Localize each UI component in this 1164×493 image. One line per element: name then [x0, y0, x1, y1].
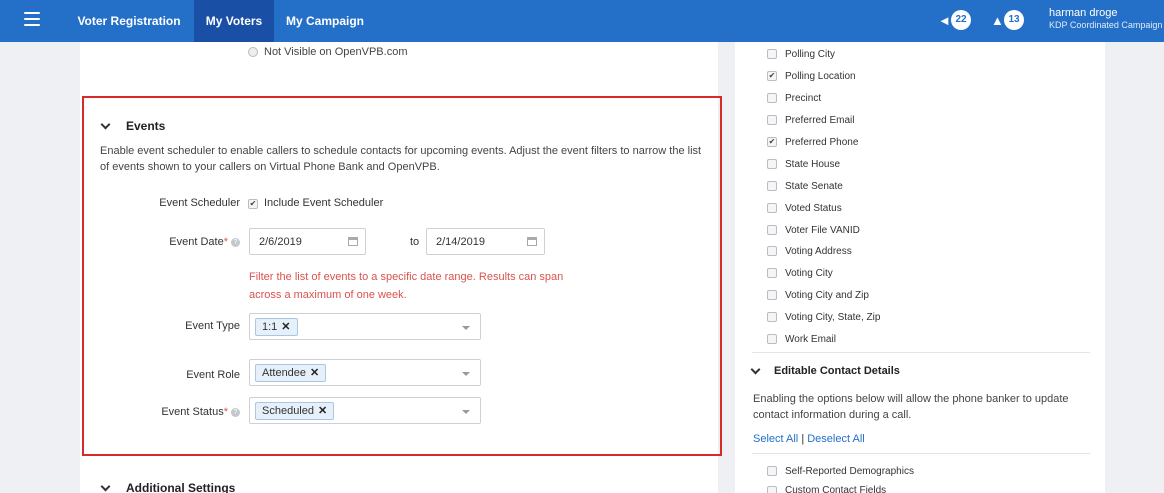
event-date-help-text: Filter the list of events to a specific …	[249, 271, 564, 301]
event-type-label: Event Type	[185, 320, 240, 332]
field-checkbox-voter-file-vanid[interactable]	[767, 225, 777, 235]
field-checkbox-voting-city[interactable]	[767, 268, 777, 278]
event-type-select[interactable]: 1:1 ✕	[249, 313, 481, 340]
visibility-radio-label: Not Visible on OpenVPB.com	[264, 46, 408, 58]
event-start-date-input[interactable]: 2/6/2019	[249, 228, 366, 255]
additional-settings-title: Additional Settings	[126, 481, 236, 493]
event-role-tag: Attendee ✕	[255, 364, 327, 382]
section-divider	[752, 352, 1090, 353]
event-status-help-icon[interactable]: ?	[231, 408, 240, 417]
field-label: Voted Status	[785, 203, 842, 214]
event-date-label: Event Date*?	[120, 236, 240, 248]
chevron-down-icon[interactable]	[462, 410, 470, 414]
event-role-label: Event Role	[186, 369, 240, 381]
chevron-down-icon[interactable]	[462, 372, 470, 376]
event-type-tag: 1:1 ✕	[255, 318, 298, 336]
field-checkbox-precinct[interactable]	[767, 93, 777, 103]
event-status-label: Event Status*?	[120, 406, 240, 418]
select-deselect-links: Select All | Deselect All	[753, 433, 865, 445]
megaphone-icon[interactable]: ◄	[938, 14, 951, 28]
editable-item-label: Custom Contact Fields	[785, 485, 887, 493]
visibility-radio[interactable]	[248, 47, 258, 57]
field-checkbox-state-senate[interactable]	[767, 181, 777, 191]
hamburger-menu-icon[interactable]	[24, 12, 40, 26]
field-label: Voting City	[785, 268, 833, 279]
event-status-select[interactable]: Scheduled ✕	[249, 397, 481, 424]
alerts-count-badge[interactable]: 13	[1004, 10, 1024, 30]
events-description: Enable event scheduler to enable callers…	[100, 145, 702, 173]
field-label: Preferred Phone	[785, 137, 859, 148]
field-label: Polling City	[785, 49, 836, 60]
calendar-icon[interactable]	[527, 237, 537, 246]
field-label: State House	[785, 159, 841, 170]
field-label: Voting City, State, Zip	[785, 312, 881, 323]
field-checkbox-preferred-email[interactable]	[767, 115, 777, 125]
editable-item-label: Self-Reported Demographics	[785, 466, 914, 477]
remove-tag-icon[interactable]: ✕	[281, 321, 290, 333]
field-label: Work Email	[785, 334, 836, 345]
field-checkbox-voting-city-state-zip[interactable]	[767, 312, 777, 322]
field-checkbox-work-email[interactable]	[767, 334, 777, 344]
field-checkbox-polling-location[interactable]: ✔	[767, 71, 777, 81]
field-label: Voting City and Zip	[785, 290, 869, 301]
top-nav-bar: Voter Registration My Voters My Campaign…	[0, 0, 1164, 42]
chevron-down-icon[interactable]	[462, 326, 470, 330]
field-label: State Senate	[785, 181, 843, 192]
field-label: Polling Location	[785, 71, 856, 82]
include-event-scheduler-checkbox[interactable]: ✔	[248, 199, 258, 209]
field-label: Preferred Email	[785, 115, 855, 126]
event-end-date-input[interactable]: 2/14/2019	[426, 228, 545, 255]
event-status-tag: Scheduled ✕	[255, 402, 335, 420]
tab-my-voters[interactable]: My Voters	[194, 0, 274, 42]
user-name[interactable]: harman droge	[1049, 7, 1118, 19]
tab-voter-registration[interactable]: Voter Registration	[66, 0, 192, 42]
event-date-help-icon[interactable]: ?	[231, 238, 240, 247]
calendar-icon[interactable]	[348, 237, 358, 246]
field-checkbox-voting-city-zip[interactable]	[767, 290, 777, 300]
field-checkbox-voted-status[interactable]	[767, 203, 777, 213]
announcements-count-badge[interactable]: 22	[951, 10, 971, 30]
events-title: Events	[126, 119, 166, 133]
field-label: Precinct	[785, 93, 822, 104]
remove-tag-icon[interactable]: ✕	[310, 367, 319, 379]
field-checkbox-preferred-phone[interactable]: ✔	[767, 137, 777, 147]
field-checkbox-voting-address[interactable]	[767, 246, 777, 256]
select-all-link[interactable]: Select All	[753, 433, 798, 445]
tab-my-campaign[interactable]: My Campaign	[280, 0, 370, 42]
include-event-scheduler-label: Include Event Scheduler	[264, 197, 384, 209]
bell-icon[interactable]: ▲	[991, 14, 1004, 28]
editable-contact-title: Editable Contact Details	[774, 365, 900, 377]
event-role-select[interactable]: Attendee ✕	[249, 359, 481, 386]
editable-checkbox-self-reported-demographics[interactable]	[767, 466, 777, 476]
event-scheduler-label: Event Scheduler	[159, 197, 240, 209]
section-divider	[752, 453, 1090, 454]
field-checkbox-polling-city[interactable]	[767, 49, 777, 59]
editable-contact-description: Enabling the options below will allow th…	[753, 393, 1069, 421]
field-label: Voter File VANID	[785, 225, 860, 236]
user-organization: KDP Coordinated Campaign	[1049, 20, 1163, 30]
remove-tag-icon[interactable]: ✕	[318, 405, 327, 417]
field-checkbox-state-house[interactable]	[767, 159, 777, 169]
editable-checkbox-custom-contact-fields[interactable]	[767, 486, 777, 493]
field-label: Voting Address	[785, 246, 852, 257]
date-range-to-label: to	[410, 236, 420, 248]
deselect-all-link[interactable]: Deselect All	[807, 433, 864, 445]
